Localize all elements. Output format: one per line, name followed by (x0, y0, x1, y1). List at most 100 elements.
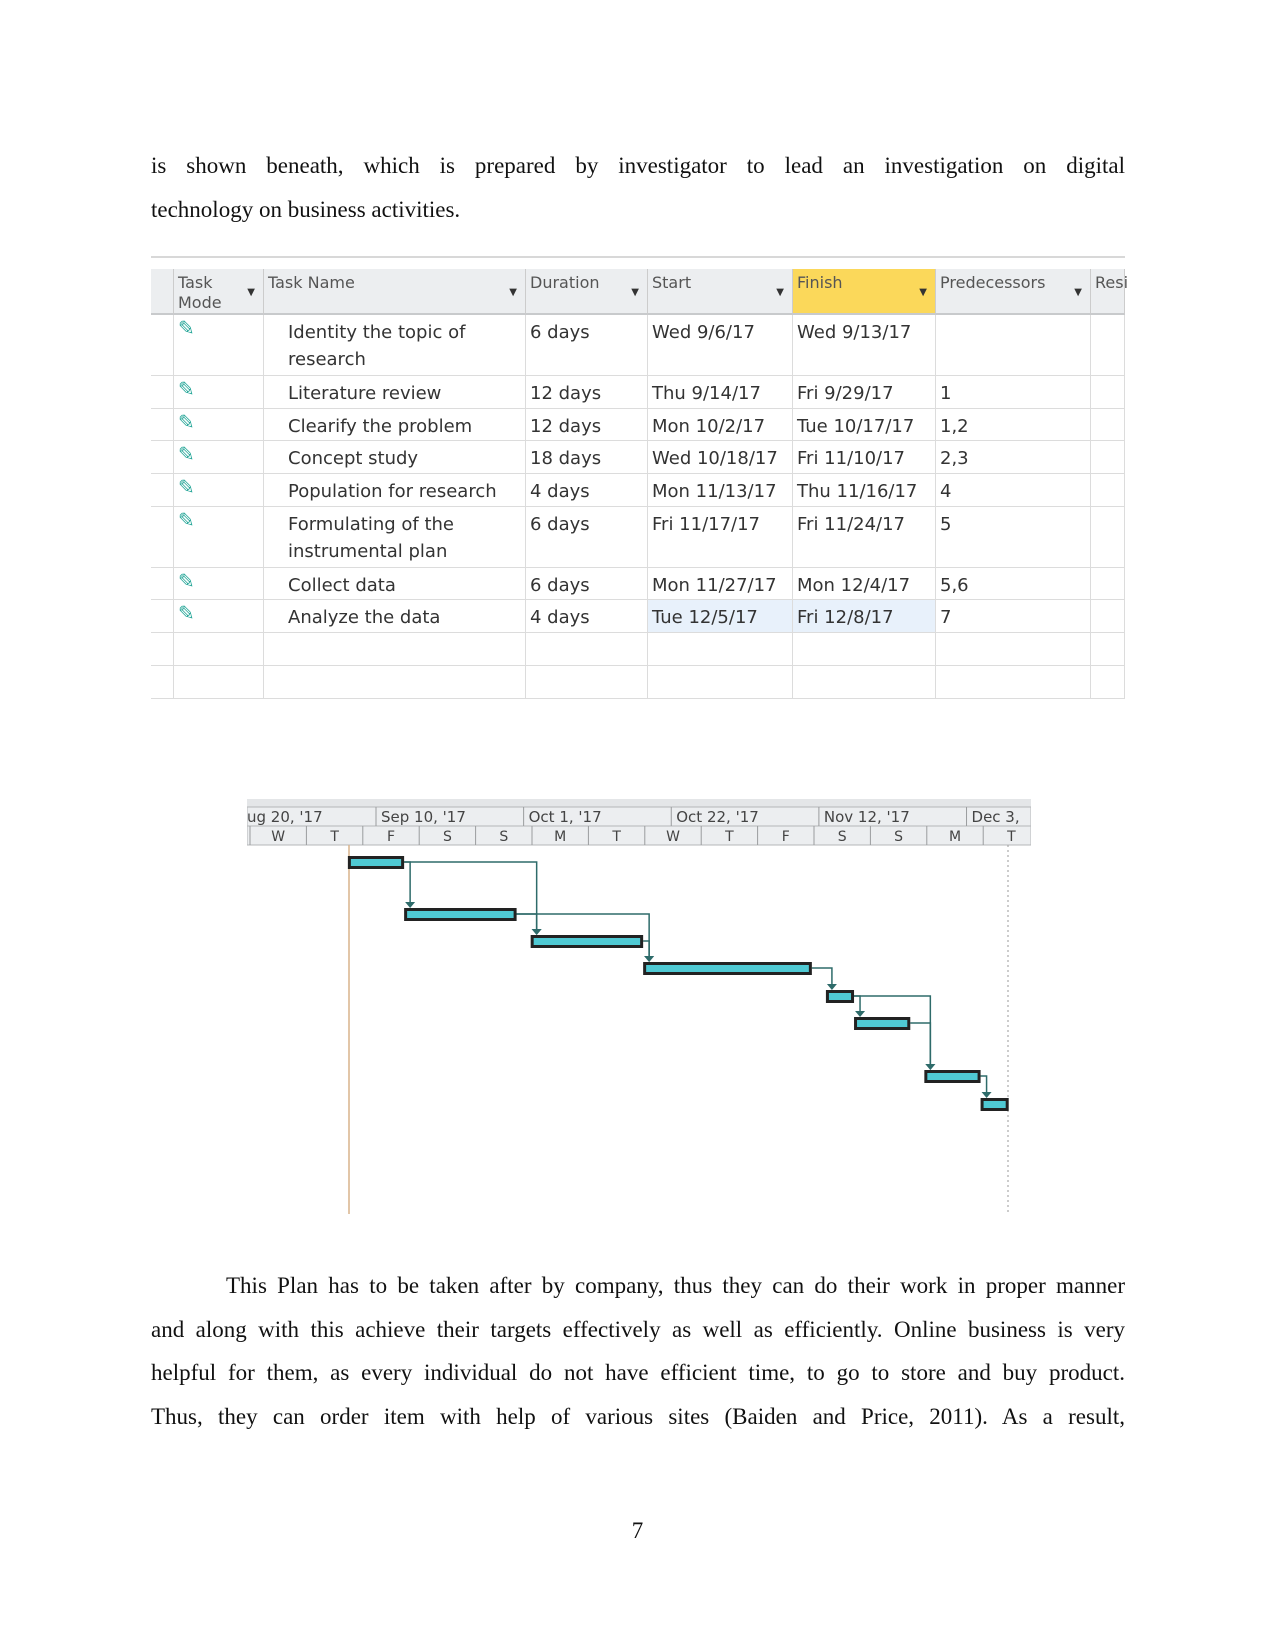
cell-mode[interactable]: ✎ (174, 315, 264, 376)
column-header-start[interactable]: Start ▼ (648, 269, 793, 315)
minor-tick-label: S (443, 829, 452, 845)
empty-cell[interactable] (936, 633, 1091, 666)
filter-dropdown-icon[interactable]: ▼ (1074, 287, 1082, 298)
cell-mode[interactable]: ✎ (174, 600, 264, 633)
cell-mode[interactable]: ✎ (174, 376, 264, 409)
major-tick-label: ug 20, '17 (247, 808, 323, 826)
cell-empty[interactable] (1091, 474, 1125, 507)
cell-name[interactable]: Concept study (264, 441, 526, 474)
cell-name[interactable]: Identity the topic of research (264, 315, 526, 376)
cell-empty[interactable] (151, 600, 174, 633)
cell-finish[interactable]: Fri 12/8/17 (793, 600, 936, 633)
gantt-chart: ug 20, '17 Sep 10, '17 Oct 1, '17 Oct 22, '… (247, 799, 1031, 1214)
cell-start[interactable]: Thu 9/14/17 (648, 376, 793, 409)
cell-pred[interactable]: 5 (936, 507, 1091, 568)
empty-cell[interactable] (174, 666, 264, 699)
cell-empty[interactable] (151, 507, 174, 568)
manual-pin-icon: ✎ (178, 475, 195, 499)
cell-start[interactable]: Fri 11/17/17 (648, 507, 793, 568)
column-header-predecessors[interactable]: Predecessors ▼ (936, 269, 1091, 315)
cell-finish[interactable]: Wed 9/13/17 (793, 315, 936, 376)
cell-pred[interactable]: 4 (936, 474, 1091, 507)
cell-pred[interactable] (936, 315, 1091, 376)
cell-text: Fri 11/24/17 (797, 514, 906, 535)
cell-name[interactable]: Literature review (264, 376, 526, 409)
cell-name[interactable]: Formulating of the instrumental plan (264, 507, 526, 568)
cell-name[interactable]: Collect data (264, 568, 526, 600)
cell-name[interactable]: Population for research (264, 474, 526, 507)
cell-finish[interactable]: Fri 11/10/17 (793, 441, 936, 474)
filter-dropdown-icon[interactable]: ▼ (247, 287, 255, 298)
empty-cell[interactable] (174, 633, 264, 666)
cell-mode[interactable]: ✎ (174, 568, 264, 600)
column-header-duration[interactable]: Duration ▼ (526, 269, 648, 315)
cell-empty[interactable] (1091, 568, 1125, 600)
column-header-resi[interactable]: Resi (1091, 269, 1128, 315)
empty-cell[interactable] (264, 633, 526, 666)
cell-start[interactable]: Mon 10/2/17 (648, 409, 793, 441)
cell-start[interactable]: Mon 11/27/17 (648, 568, 793, 600)
cell-mode[interactable]: ✎ (174, 507, 264, 568)
cell-finish[interactable]: Fri 9/29/17 (793, 376, 936, 409)
cell-duration[interactable]: 4 days (526, 600, 648, 633)
column-header-finish[interactable]: Finish ▼ (793, 269, 936, 315)
cell-mode[interactable]: ✎ (174, 441, 264, 474)
cell-empty[interactable] (151, 474, 174, 507)
cell-empty[interactable] (1091, 441, 1125, 474)
cell-pred[interactable]: 1 (936, 376, 1091, 409)
filter-dropdown-icon[interactable]: ▼ (631, 287, 639, 298)
empty-cell[interactable] (648, 666, 793, 699)
cell-pred[interactable]: 5,6 (936, 568, 1091, 600)
cell-finish[interactable]: Tue 10/17/17 (793, 409, 936, 441)
cell-pred[interactable]: 2,3 (936, 441, 1091, 474)
empty-cell[interactable] (1091, 666, 1125, 699)
cell-name[interactable]: Clearify the problem (264, 409, 526, 441)
cell-empty[interactable] (1091, 409, 1125, 441)
cell-text: Population for research (288, 481, 497, 502)
empty-cell[interactable] (151, 666, 174, 699)
cell-mode[interactable]: ✎ (174, 409, 264, 441)
cell-empty[interactable] (1091, 600, 1125, 633)
cell-empty[interactable] (151, 568, 174, 600)
cell-empty[interactable] (151, 441, 174, 474)
column-header-task-name[interactable]: Task Name ▼ (264, 269, 526, 315)
empty-cell[interactable] (526, 666, 648, 699)
cell-duration[interactable]: 6 days (526, 315, 648, 376)
cell-start[interactable]: Mon 11/13/17 (648, 474, 793, 507)
cell-duration[interactable]: 12 days (526, 409, 648, 441)
cell-empty[interactable] (151, 315, 174, 376)
filter-dropdown-icon[interactable]: ▼ (776, 287, 784, 298)
empty-cell[interactable] (264, 666, 526, 699)
cell-pred[interactable]: 1,2 (936, 409, 1091, 441)
cell-duration[interactable]: 12 days (526, 376, 648, 409)
cell-duration[interactable]: 6 days (526, 507, 648, 568)
empty-cell[interactable] (936, 666, 1091, 699)
empty-cell[interactable] (793, 633, 936, 666)
cell-duration[interactable]: 18 days (526, 441, 648, 474)
empty-cell[interactable] (151, 633, 174, 666)
filter-dropdown-icon[interactable]: ▼ (509, 287, 517, 298)
cell-mode[interactable]: ✎ (174, 474, 264, 507)
cell-duration[interactable]: 4 days (526, 474, 648, 507)
cell-empty[interactable] (151, 409, 174, 441)
major-tick-label: Oct 22, '17 (676, 808, 759, 826)
cell-finish[interactable]: Fri 11/24/17 (793, 507, 936, 568)
filter-dropdown-icon[interactable]: ▼ (919, 287, 927, 298)
cell-start[interactable]: Wed 9/6/17 (648, 315, 793, 376)
cell-empty[interactable] (1091, 507, 1125, 568)
empty-cell[interactable] (1091, 633, 1125, 666)
cell-name[interactable]: Analyze the data (264, 600, 526, 633)
cell-start[interactable]: Tue 12/5/17 (648, 600, 793, 633)
cell-finish[interactable]: Thu 11/16/17 (793, 474, 936, 507)
cell-empty[interactable] (151, 376, 174, 409)
empty-cell[interactable] (793, 666, 936, 699)
cell-finish[interactable]: Mon 12/4/17 (793, 568, 936, 600)
empty-cell[interactable] (526, 633, 648, 666)
cell-empty[interactable] (1091, 376, 1125, 409)
cell-empty[interactable] (1091, 315, 1125, 376)
column-header-task-mode[interactable]: Task Mode ▼ (174, 269, 264, 315)
empty-cell[interactable] (648, 633, 793, 666)
cell-duration[interactable]: 6 days (526, 568, 648, 600)
cell-pred[interactable]: 7 (936, 600, 1091, 633)
cell-start[interactable]: Wed 10/18/17 (648, 441, 793, 474)
